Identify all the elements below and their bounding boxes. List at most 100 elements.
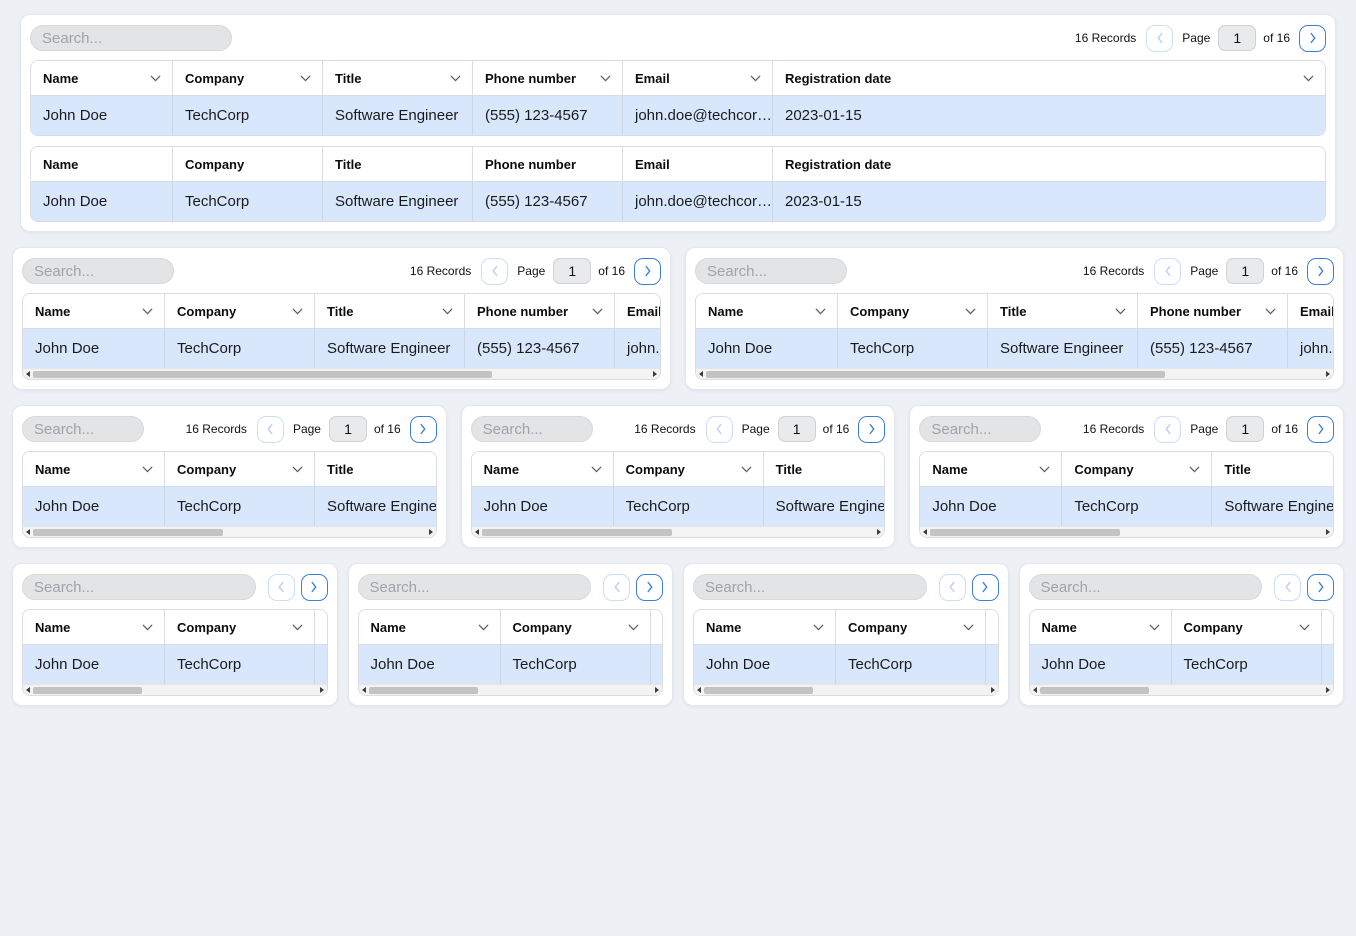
column-header-title[interactable]: Title [315,452,437,486]
table-row[interactable]: John Doe TechCorp Software Engineer (555… [472,487,886,526]
search-input[interactable] [693,574,927,600]
column-header-title[interactable]: Title [1322,610,1335,644]
prev-page-button[interactable] [603,574,630,601]
search-input[interactable] [30,25,232,51]
scrollbar-thumb[interactable] [482,529,672,537]
horizontal-scrollbar[interactable] [920,526,1333,537]
prev-page-button[interactable] [257,416,284,443]
scroll-right-arrow-icon[interactable] [991,687,995,693]
next-page-button[interactable] [634,258,661,285]
scrollbar-thumb[interactable] [33,371,492,379]
search-input[interactable] [22,574,256,600]
prev-page-button[interactable] [481,258,508,285]
scrollbar-thumb[interactable] [33,687,142,695]
page-number-input[interactable] [1226,416,1264,442]
next-page-button[interactable] [1307,416,1334,443]
column-header-title[interactable]: Title [764,452,886,486]
table-row[interactable]: John Doe TechCorp Software Engineer (555… [359,645,664,684]
scroll-left-arrow-icon[interactable] [362,687,366,693]
prev-page-button[interactable] [1154,258,1181,285]
column-header-title[interactable]: Title [986,610,999,644]
search-input[interactable] [22,258,174,284]
horizontal-scrollbar[interactable] [696,368,1333,379]
scroll-left-arrow-icon[interactable] [26,371,30,377]
scroll-left-arrow-icon[interactable] [1033,687,1037,693]
scrollbar-thumb[interactable] [369,687,478,695]
scroll-right-arrow-icon[interactable] [1326,371,1330,377]
scroll-right-arrow-icon[interactable] [877,529,881,535]
scroll-right-arrow-icon[interactable] [429,529,433,535]
column-header-title[interactable]: Title [651,610,664,644]
horizontal-scrollbar[interactable] [1030,684,1334,695]
column-header-company[interactable]: Company [165,294,315,328]
search-input[interactable] [471,416,593,442]
page-number-input[interactable] [329,416,367,442]
column-header-name[interactable]: Name [1030,610,1172,644]
table-row[interactable]: John Doe TechCorp Software Engineer (555… [694,645,999,684]
next-page-button[interactable] [636,574,663,601]
next-page-button[interactable] [1299,25,1326,52]
table-row[interactable]: John Doe TechCorp Software Engineer (555… [23,487,437,526]
column-header-name[interactable]: Name [694,610,836,644]
scroll-right-arrow-icon[interactable] [1326,529,1330,535]
page-number-input[interactable] [553,258,591,284]
horizontal-scrollbar[interactable] [359,684,663,695]
column-header-name[interactable]: Name [23,610,165,644]
scrollbar-thumb[interactable] [704,687,813,695]
column-header-registration-date[interactable]: Registration date [773,61,1325,95]
column-header-email[interactable]: Email [1288,294,1334,328]
column-header-title[interactable]: Title [315,294,465,328]
table-row[interactable]: John Doe TechCorp Software Engineer (555… [23,645,328,684]
next-page-button[interactable] [858,416,885,443]
column-header-title[interactable]: Title [323,61,473,95]
column-header-email[interactable]: Email [623,61,773,95]
prev-page-button[interactable] [268,574,295,601]
scroll-left-arrow-icon[interactable] [475,529,479,535]
column-header-company[interactable]: Company [165,452,315,486]
next-page-button[interactable] [972,574,999,601]
scroll-right-arrow-icon[interactable] [653,371,657,377]
table-row[interactable]: John Doe TechCorp Software Engineer (555… [1030,645,1335,684]
column-header-title[interactable]: Title [988,294,1138,328]
horizontal-scrollbar[interactable] [694,684,998,695]
column-header-email[interactable]: Email [615,294,661,328]
column-header-name[interactable]: Name [920,452,1062,486]
column-header-company[interactable]: Company [165,610,315,644]
next-page-button[interactable] [1307,258,1334,285]
search-input[interactable] [358,574,592,600]
search-input[interactable] [919,416,1041,442]
scroll-right-arrow-icon[interactable] [1326,687,1330,693]
column-header-company[interactable]: Company [836,610,986,644]
horizontal-scrollbar[interactable] [23,368,660,379]
column-header-name[interactable]: Name [23,452,165,486]
scrollbar-thumb[interactable] [706,371,1165,379]
prev-page-button[interactable] [1274,574,1301,601]
column-header-company[interactable]: Company [1172,610,1322,644]
next-page-button[interactable] [1307,574,1334,601]
prev-page-button[interactable] [706,416,733,443]
column-header-phone[interactable]: Phone number [1138,294,1288,328]
prev-page-button[interactable] [1154,416,1181,443]
column-header-name[interactable]: Name [359,610,501,644]
column-header-name[interactable]: Name [31,61,173,95]
horizontal-scrollbar[interactable] [23,684,327,695]
table-row[interactable]: John Doe TechCorp Software Engineer (555… [31,182,1325,221]
scrollbar-thumb[interactable] [33,529,223,537]
scroll-left-arrow-icon[interactable] [26,529,30,535]
table-row[interactable]: John Doe TechCorp Software Engineer (555… [920,487,1334,526]
column-header-company[interactable]: Company [838,294,988,328]
column-header-name[interactable]: Name [472,452,614,486]
page-number-input[interactable] [1226,258,1264,284]
search-input[interactable] [695,258,847,284]
scroll-left-arrow-icon[interactable] [699,371,703,377]
column-header-name[interactable]: Name [696,294,838,328]
next-page-button[interactable] [301,574,328,601]
prev-page-button[interactable] [939,574,966,601]
search-input[interactable] [1029,574,1263,600]
next-page-button[interactable] [410,416,437,443]
horizontal-scrollbar[interactable] [472,526,885,537]
column-header-phone[interactable]: Phone number [465,294,615,328]
column-header-company[interactable]: Company [501,610,651,644]
table-row[interactable]: John Doe TechCorp Software Engineer (555… [696,329,1334,368]
page-number-input[interactable] [1218,25,1256,51]
